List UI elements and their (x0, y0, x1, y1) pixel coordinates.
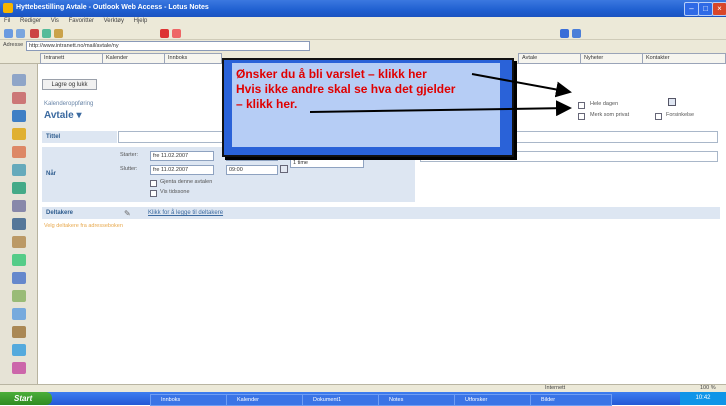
start-button[interactable]: Start (0, 392, 52, 405)
task-item-5[interactable]: Utforsker (454, 394, 536, 406)
task-item-6[interactable]: Bilder (530, 394, 612, 406)
task-item-2[interactable]: Kalender (226, 394, 308, 406)
status-bar (0, 384, 726, 392)
callout-arrows (309, 73, 572, 117)
status-zoom[interactable]: 100 % (700, 385, 716, 391)
arrow-to-all-day (471, 73, 572, 98)
task-item-3[interactable]: Dokument1 (302, 394, 384, 406)
system-clock: 10:42 (680, 392, 726, 405)
status-zone: Internett (545, 385, 566, 391)
task-item-4[interactable]: Notes (378, 394, 460, 406)
arrow-to-private (309, 100, 572, 117)
task-item-1[interactable]: Innboks (150, 394, 232, 406)
